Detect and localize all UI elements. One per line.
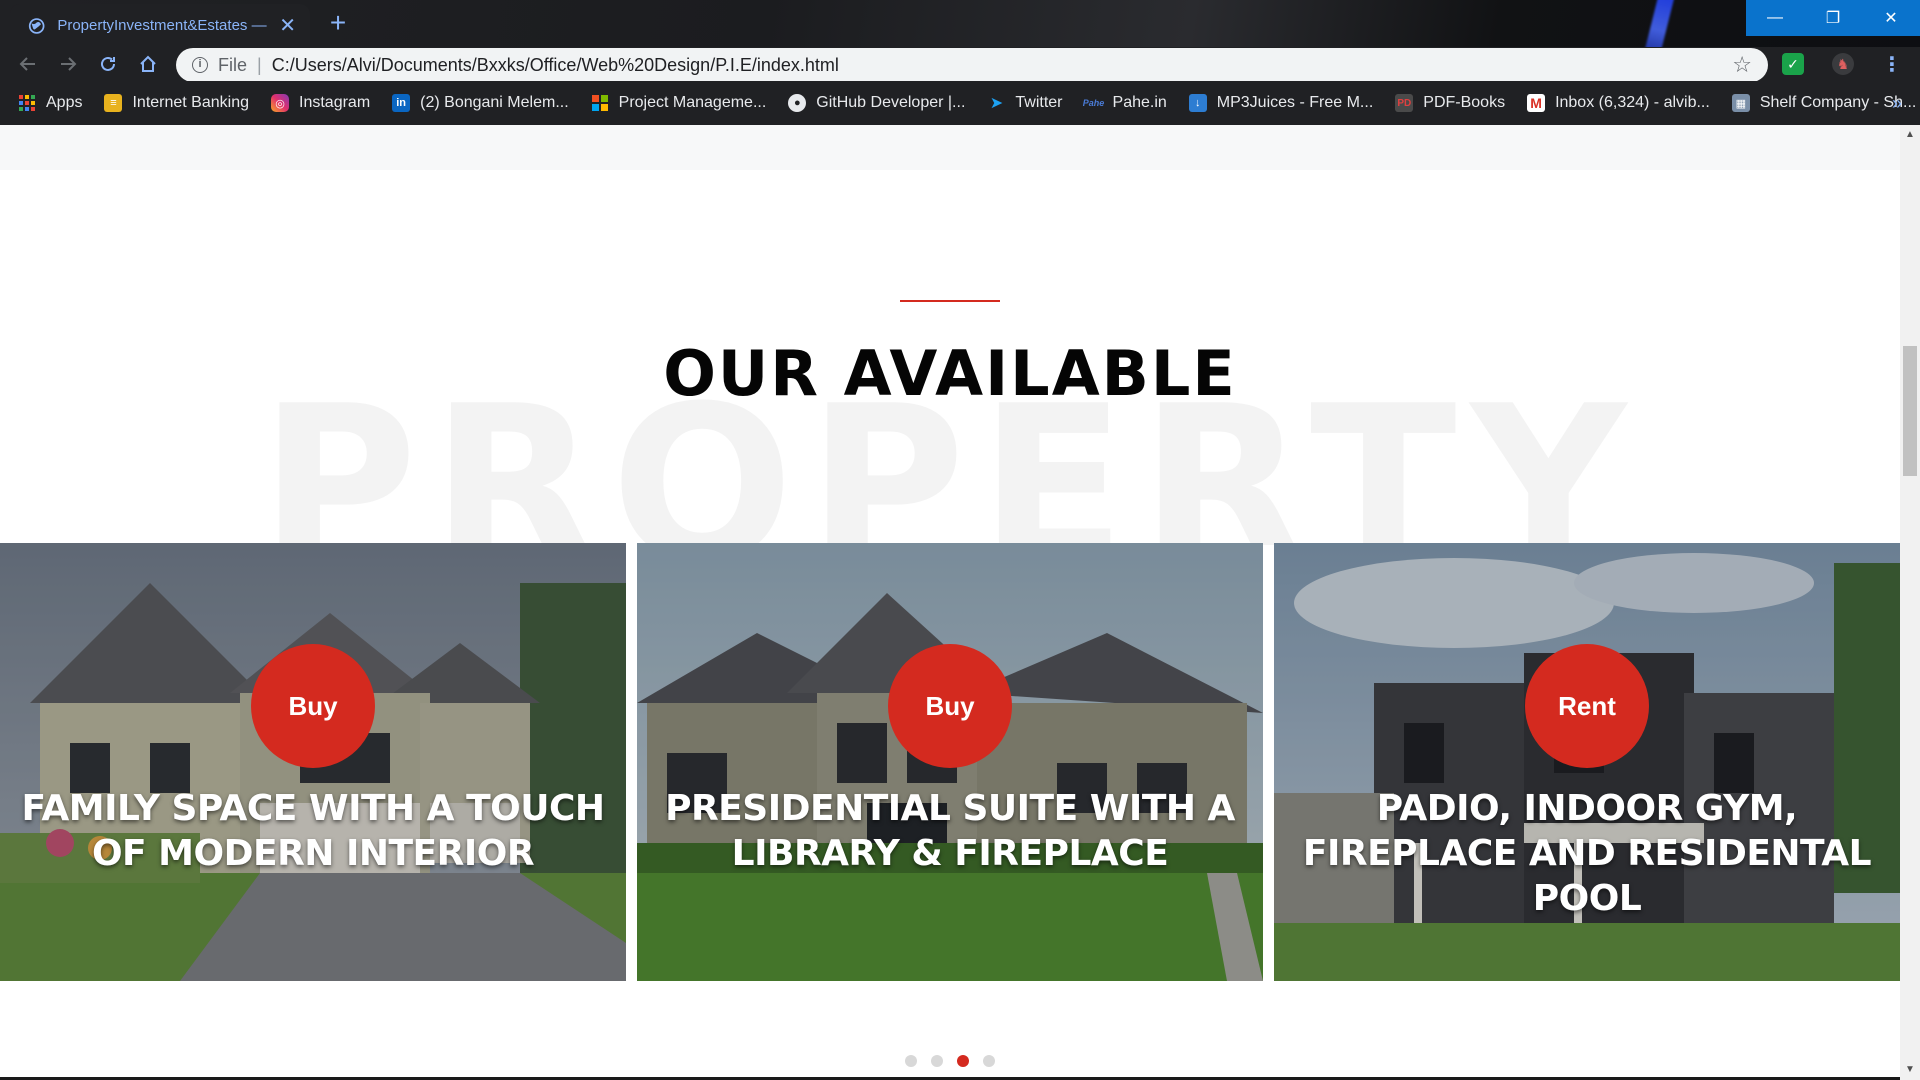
tab-title: PropertyInvestment&Estates —h <box>57 17 268 34</box>
listing-type-badge[interactable]: Buy <box>888 644 1012 768</box>
browser-toolbar: i File | C:/Users/Alvi/Documents/Bxxks/O… <box>0 47 1920 82</box>
bookmarks-overflow-button[interactable]: » <box>1892 93 1902 114</box>
card-title: PRESIDENTIAL SUITE WITH A LIBRARY & FIRE… <box>665 788 1235 874</box>
apps-grid-icon <box>18 94 36 112</box>
bookmark-linkedin[interactable]: in (2) Bongani Melem... <box>392 94 569 112</box>
page-viewport: PROPERTY OUR AVAILABLE Buy FAMILY SPACE … <box>0 125 1900 1080</box>
bookmark-label: Pahe.in <box>1112 94 1167 111</box>
bookmarks-bar: Apps ≡ Internet Banking ◎ Instagram in (… <box>0 81 1920 125</box>
tab-close-button[interactable]: ✕ <box>279 16 296 36</box>
carousel-pagination <box>0 1055 1900 1067</box>
download-icon: ↓ <box>1188 94 1207 112</box>
vertical-scrollbar[interactable]: ▲ ▼ <box>1900 125 1920 1080</box>
url-text[interactable]: C:/Users/Alvi/Documents/Bxxks/Office/Web… <box>272 55 1723 76</box>
home-icon <box>140 55 156 72</box>
twitter-icon: ➤ <box>989 95 1004 112</box>
extensions-area: ✓ ♞ ⋮ <box>1782 47 1920 81</box>
scheme-separator: | <box>257 54 262 75</box>
listing-type-badge[interactable]: Buy <box>251 644 375 768</box>
browser-window: PropertyInvestment&Estates —h ✕ + — ❐ ✕ … <box>0 0 1920 1080</box>
minimize-button[interactable]: — <box>1746 0 1804 36</box>
bookmark-label: GitHub Developer |... <box>816 94 966 111</box>
profile-avatar[interactable]: ♞ <box>1832 53 1854 75</box>
bookmark-star-icon[interactable]: ☆ <box>1732 52 1752 78</box>
property-card[interactable]: Buy PRESIDENTIAL SUITE WITH A LIBRARY & … <box>637 543 1263 981</box>
linkedin-icon: in <box>392 94 411 112</box>
carousel-dot[interactable] <box>931 1055 943 1067</box>
address-bar[interactable]: i File | C:/Users/Alvi/Documents/Bxxks/O… <box>176 48 1768 82</box>
property-card[interactable]: Rent PADIO, INDOOR GYM, FIREPLACE AND RE… <box>1274 543 1900 981</box>
property-card[interactable]: Buy FAMILY SPACE WITH A TOUCH OF MODERN … <box>0 543 626 981</box>
pahe-icon: Pahe <box>1082 98 1105 108</box>
bookmark-label: MP3Juices - Free M... <box>1216 94 1374 111</box>
scrollbar-thumb[interactable] <box>1903 346 1917 476</box>
bookmark-mp3juices[interactable]: ↓ MP3Juices - Free M... <box>1188 94 1374 112</box>
site-info-icon[interactable]: i <box>192 57 208 73</box>
forward-button[interactable] <box>48 47 88 81</box>
forward-arrow-icon <box>61 57 77 71</box>
page-header-strip <box>0 125 1900 170</box>
back-button[interactable] <box>8 47 48 81</box>
carousel-dot[interactable] <box>983 1055 995 1067</box>
listing-type-badge[interactable]: Rent <box>1525 644 1649 768</box>
home-button[interactable] <box>128 47 168 81</box>
window-controls: — ❐ ✕ <box>1746 0 1920 36</box>
carousel-dot-active[interactable] <box>957 1055 969 1067</box>
bookmark-label: (2) Bongani Melem... <box>420 94 569 111</box>
restore-button[interactable]: ❐ <box>1804 0 1862 36</box>
bookmark-inbox[interactable]: M Inbox (6,324) - alvib... <box>1527 94 1710 112</box>
bookmark-apps[interactable]: Apps <box>18 94 82 112</box>
scroll-up-arrow-icon[interactable]: ▲ <box>1900 125 1920 145</box>
wallpaper-streak <box>1640 0 1676 47</box>
bookmark-label: Inbox (6,324) - alvib... <box>1555 94 1710 111</box>
instagram-icon: ◎ <box>271 94 289 112</box>
github-icon: ● <box>788 94 807 112</box>
bookmark-label: Instagram <box>299 94 371 111</box>
bookmark-label: PDF-Books <box>1423 94 1506 111</box>
carousel-dot[interactable] <box>905 1055 917 1067</box>
menu-kebab-icon[interactable]: ⋮ <box>1882 52 1902 77</box>
building-icon: ▦ <box>1731 94 1750 112</box>
bookmark-pdf-books[interactable]: PD PDF-Books <box>1395 94 1505 112</box>
bookmark-project-management[interactable]: Project Manageme... <box>591 94 767 112</box>
reload-icon <box>101 56 115 71</box>
active-tab[interactable]: PropertyInvestment&Estates —h ✕ <box>10 4 310 47</box>
bookmark-label: Project Manageme... <box>618 94 767 111</box>
bookmark-pahe[interactable]: Pahe Pahe.in <box>1082 94 1167 112</box>
extension-icon[interactable]: ✓ <box>1782 53 1804 75</box>
pdf-icon: PD <box>1395 94 1414 112</box>
property-carousel: Buy FAMILY SPACE WITH A TOUCH OF MODERN … <box>0 543 1900 981</box>
bank-icon: ≡ <box>104 94 123 112</box>
microsoft-icon <box>591 94 609 112</box>
section-divider <box>900 300 1000 302</box>
close-window-button[interactable]: ✕ <box>1862 0 1920 36</box>
gmail-icon: M <box>1527 94 1546 112</box>
scroll-down-arrow-icon[interactable]: ▼ <box>1900 1060 1920 1080</box>
back-arrow-icon <box>19 57 35 71</box>
bookmark-label: Internet Banking <box>132 94 249 111</box>
bookmark-twitter[interactable]: ➤ Twitter <box>987 94 1063 112</box>
tab-strip: PropertyInvestment&Estates —h ✕ + — ❐ ✕ <box>0 0 1920 47</box>
scheme-label: File <box>218 54 248 75</box>
globe-icon <box>28 17 45 34</box>
bookmark-github[interactable]: ● GitHub Developer |... <box>788 94 965 112</box>
card-title: PADIO, INDOOR GYM, FIREPLACE AND RESIDEN… <box>1302 788 1872 919</box>
bookmark-internet-banking[interactable]: ≡ Internet Banking <box>104 94 249 112</box>
card-title: FAMILY SPACE WITH A TOUCH OF MODERN INTE… <box>21 788 605 874</box>
new-tab-button[interactable]: + <box>323 8 353 38</box>
bookmark-label: Twitter <box>1015 94 1063 111</box>
bookmark-instagram[interactable]: ◎ Instagram <box>271 94 370 112</box>
bookmark-label: Apps <box>46 94 83 111</box>
section-title: OUR AVAILABLE <box>663 337 1237 410</box>
bookmark-shelf-company[interactable]: ▦ Shelf Company - Sh... <box>1731 94 1916 112</box>
reload-button[interactable] <box>88 47 128 81</box>
